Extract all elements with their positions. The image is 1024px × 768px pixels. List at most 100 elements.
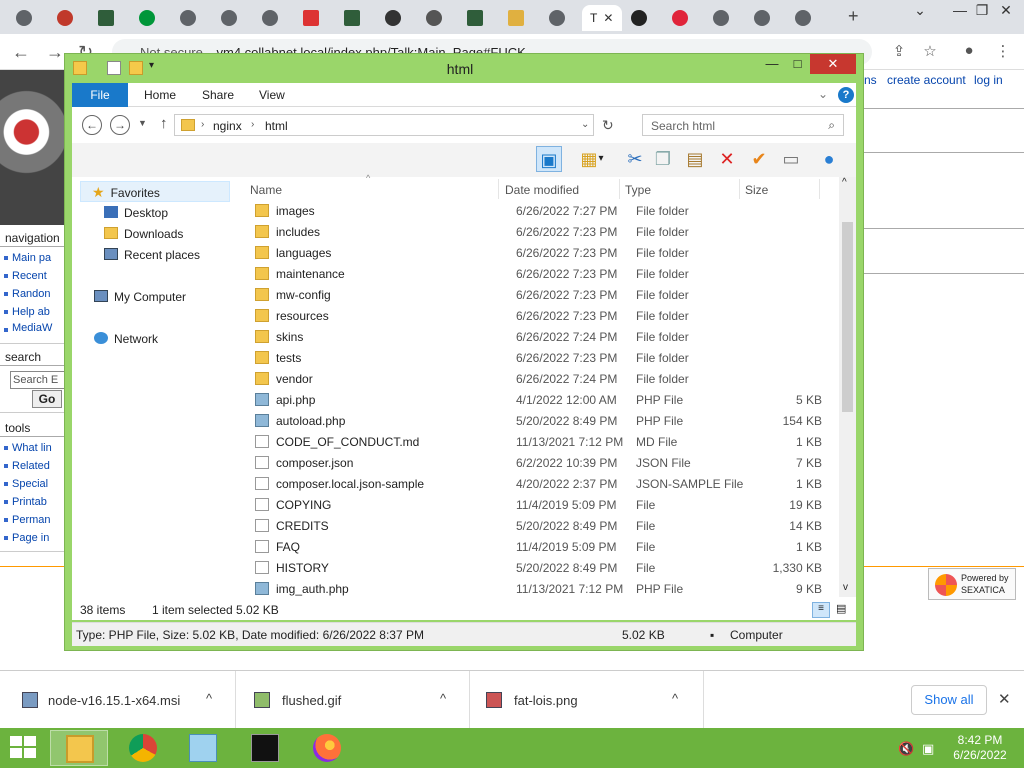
ribbon-expand-chevron-icon[interactable]: ⌄ — [818, 87, 828, 101]
globe-icon[interactable]: ● — [816, 146, 842, 172]
column-separator[interactable] — [739, 179, 740, 199]
forward-button[interactable]: → — [110, 115, 130, 135]
column-separator[interactable] — [819, 179, 820, 199]
file-row[interactable]: autoload.php 5/20/2022 8:49 PM PHP File 154… — [242, 411, 842, 432]
tab-view[interactable]: View — [247, 83, 297, 107]
profile-icon[interactable]: ● — [960, 42, 978, 60]
refresh-icon[interactable]: ↻ — [602, 117, 614, 134]
address-dropdown-icon[interactable]: ⌄ — [581, 119, 589, 130]
wiki-nav-link[interactable]: Help ab — [0, 303, 66, 321]
download-item[interactable]: node-v16.15.1-x64.msi ^ — [0, 671, 236, 729]
wiki-tools-link[interactable]: What lin — [0, 439, 66, 457]
file-row[interactable]: HISTORY 5/20/2022 8:49 PM File 1,330 KB — [242, 558, 842, 579]
wiki-go-button[interactable]: Go — [32, 390, 62, 408]
wiki-link-ns[interactable]: ns — [864, 73, 877, 87]
new-tab-button[interactable]: + — [848, 6, 859, 27]
vertical-scrollbar[interactable]: ^ v — [839, 177, 856, 597]
details-view-icon[interactable]: ≡ — [812, 602, 830, 618]
browser-tab[interactable] — [418, 5, 456, 31]
browser-tab[interactable] — [131, 5, 169, 31]
column-header-name[interactable]: Name — [250, 183, 282, 197]
column-header-date[interactable]: Date modified — [505, 183, 579, 197]
wiki-tools-link[interactable]: Special — [0, 475, 66, 493]
file-row[interactable]: images 6/26/2022 7:27 PM File folder — [242, 201, 842, 222]
file-row[interactable]: COPYING 11/4/2019 5:09 PM File 19 KB — [242, 495, 842, 516]
bookmark-star-icon[interactable]: ☆ — [921, 42, 939, 60]
address-path-box[interactable]: › nginx › html ⌄ — [174, 114, 594, 136]
browser-chevron-icon[interactable]: ⌄ — [900, 2, 940, 19]
file-row[interactable]: maintenance 6/26/2022 7:23 PM File folder — [242, 264, 842, 285]
column-separator[interactable] — [498, 179, 499, 199]
up-arrow-icon[interactable]: ↑ — [160, 115, 168, 132]
help-icon[interactable]: ? — [838, 87, 854, 103]
close-downloads-icon[interactable]: ✕ — [998, 690, 1011, 708]
scroll-up-icon[interactable]: ^ — [842, 177, 847, 188]
taskbar-notepad[interactable] — [174, 730, 232, 766]
taskbar-firefox[interactable] — [298, 730, 356, 766]
taskbar-command-prompt[interactable] — [236, 730, 294, 766]
file-row[interactable]: languages 6/26/2022 7:23 PM File folder — [242, 243, 842, 264]
browser-tab[interactable] — [500, 5, 538, 31]
forward-arrow-icon[interactable]: → — [46, 42, 64, 63]
paste-icon[interactable]: ▤ — [682, 146, 708, 172]
maximize-button[interactable]: □ — [785, 54, 810, 74]
browser-close-button[interactable]: ✕ — [986, 2, 1024, 19]
tab-file[interactable]: File — [72, 83, 128, 107]
minimize-button[interactable]: — — [759, 54, 785, 74]
network-tray-icon[interactable]: ▣ — [922, 741, 934, 757]
file-row[interactable]: skins 6/26/2022 7:24 PM File folder — [242, 327, 842, 348]
cut-icon[interactable]: ✂ — [622, 146, 648, 172]
volume-muted-icon[interactable]: 🔇 — [898, 741, 914, 757]
file-row[interactable]: includes 6/26/2022 7:23 PM File folder — [242, 222, 842, 243]
nav-favorites[interactable]: ★ Favorites — [92, 184, 160, 201]
copy-icon[interactable]: ❐ — [650, 146, 676, 172]
show-all-button[interactable]: Show all — [911, 685, 987, 715]
tab-share[interactable]: Share — [190, 83, 246, 107]
taskbar-file-explorer[interactable] — [50, 730, 108, 766]
create-account-link[interactable]: create account — [887, 73, 966, 87]
file-row[interactable]: CREDITS 5/20/2022 8:49 PM File 14 KB — [242, 516, 842, 537]
recent-locations-icon[interactable]: ▼ — [138, 118, 147, 128]
close-button[interactable]: ✕ — [810, 54, 856, 74]
browser-tab[interactable] — [746, 5, 784, 31]
start-button[interactable] — [10, 736, 38, 760]
wiki-nav-link[interactable]: Randon — [0, 285, 66, 303]
browser-tab[interactable] — [664, 5, 702, 31]
file-row[interactable]: vendor 6/26/2022 7:24 PM File folder — [242, 369, 842, 390]
menu-dots-icon[interactable]: ⋮ — [994, 42, 1012, 60]
nav-network[interactable]: Network — [94, 332, 158, 346]
wiki-nav-link[interactable]: MediaW — [0, 321, 66, 335]
powered-by-badge[interactable]: Powered by SEXATICA — [928, 568, 1016, 600]
download-item[interactable]: flushed.gif ^ — [236, 671, 470, 729]
file-row[interactable]: composer.local.json-sample 4/20/2022 2:37… — [242, 474, 842, 495]
browser-tab[interactable] — [336, 5, 374, 31]
wiki-logo-image[interactable] — [0, 70, 66, 225]
properties-icon[interactable]: ▭ — [778, 146, 804, 172]
share-icon[interactable]: ⇪ — [890, 42, 908, 60]
nav-desktop[interactable]: Desktop — [104, 206, 168, 220]
column-header-type[interactable]: Type — [625, 183, 651, 197]
column-separator[interactable] — [619, 179, 620, 199]
rename-check-icon[interactable]: ✔ — [746, 146, 772, 172]
nav-recent-places[interactable]: Recent places — [104, 248, 200, 262]
browser-tab[interactable] — [8, 5, 46, 31]
wiki-tools-link[interactable]: Page in — [0, 529, 66, 547]
browser-tab[interactable] — [377, 5, 415, 31]
file-row[interactable]: img_auth.php 11/13/2021 7:12 PM PHP File 9 … — [242, 579, 842, 600]
wiki-tools-link[interactable]: Perman — [0, 511, 66, 529]
chevron-up-icon[interactable]: ^ — [206, 691, 212, 706]
file-row[interactable]: tests 6/26/2022 7:23 PM File folder — [242, 348, 842, 369]
scroll-down-icon[interactable]: v — [843, 582, 848, 593]
back-arrow-icon[interactable]: ← — [12, 42, 30, 63]
chevron-up-icon[interactable]: ^ — [672, 691, 678, 706]
file-row[interactable]: composer.json 6/2/2022 10:39 PM JSON File 7… — [242, 453, 842, 474]
nav-downloads[interactable]: Downloads — [104, 227, 183, 241]
file-row[interactable]: resources 6/26/2022 7:23 PM File folder — [242, 306, 842, 327]
file-row[interactable]: mw-config 6/26/2022 7:23 PM File folder — [242, 285, 842, 306]
browser-tab[interactable] — [705, 5, 743, 31]
tab-close-icon[interactable]: ✕ — [603, 11, 613, 25]
browser-tab[interactable] — [623, 5, 661, 31]
preview-pane-icon[interactable]: ▣ — [536, 146, 562, 172]
nav-my-computer[interactable]: My Computer — [94, 290, 186, 304]
view-dropdown-icon[interactable]: ▾ — [594, 146, 608, 172]
